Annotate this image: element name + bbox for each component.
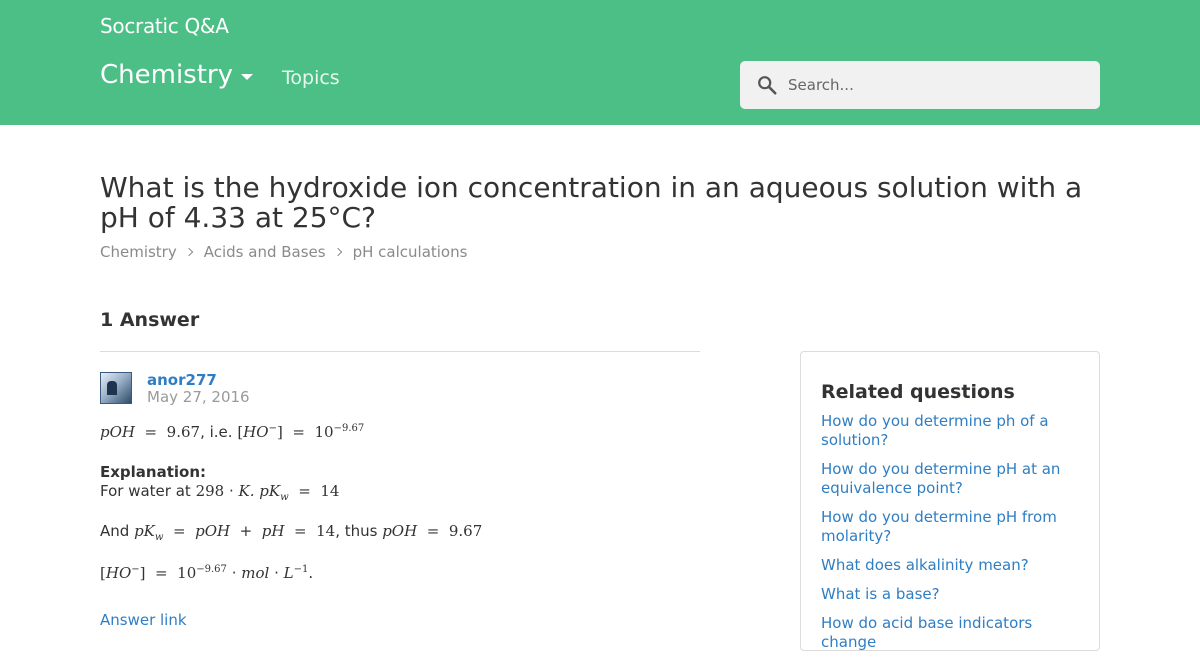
breadcrumb: Chemistry Acids and Bases pH calculation…: [100, 243, 467, 261]
answers-count: 1 Answer: [100, 309, 200, 331]
explanation-result: [HO−] = 10−9.67 · mol · L−1.: [100, 564, 314, 582]
topics-link[interactable]: Topics: [282, 67, 340, 89]
subject-dropdown[interactable]: Chemistry: [100, 60, 253, 90]
question-title: What is the hydroxide ion concentration …: [100, 171, 1083, 234]
related-questions-list: How do you determine ph of a solution? H…: [821, 412, 1091, 662]
divider: [100, 351, 700, 352]
answer-summary: pOH = 9.67, i.e. [HO−] = 10−9.67: [100, 423, 365, 441]
explanation-sum: And pKw = pOH + pH = 14, thus pOH = 9.67: [100, 522, 483, 543]
related-question-link[interactable]: How do you determine ph of a solution?: [821, 412, 1091, 450]
answer-link[interactable]: Answer link: [100, 611, 187, 629]
author-name[interactable]: anor277: [147, 371, 217, 389]
chevron-right-icon: [184, 247, 193, 257]
caret-down-icon: [241, 74, 253, 80]
chevron-right-icon: [333, 247, 342, 257]
explanation-water: For water at 298 · K. pKw = 14: [100, 482, 340, 503]
breadcrumb-acids-bases[interactable]: Acids and Bases: [204, 243, 326, 261]
related-question-link[interactable]: What is a base?: [821, 585, 1091, 604]
related-question-link[interactable]: How do you determine pH at an equivalenc…: [821, 460, 1091, 498]
search-input[interactable]: [788, 76, 1078, 94]
author-avatar[interactable]: [100, 372, 132, 404]
related-question-link[interactable]: What does alkalinity mean?: [821, 556, 1091, 575]
explanation-label: Explanation:: [100, 463, 207, 481]
breadcrumb-chemistry[interactable]: Chemistry: [100, 243, 177, 261]
related-question-link[interactable]: How do you determine pH from molarity?: [821, 508, 1091, 546]
related-question-link[interactable]: How do acid base indicators change: [821, 614, 1091, 652]
brand-logo[interactable]: Socratic Q&A: [100, 14, 229, 38]
answer-date: May 27, 2016: [147, 388, 250, 406]
breadcrumb-ph-calculations[interactable]: pH calculations: [353, 243, 468, 261]
search-icon: [758, 76, 777, 95]
related-questions-panel: Related questions How do you determine p…: [800, 351, 1100, 651]
related-questions-title: Related questions: [821, 381, 1015, 403]
subject-label: Chemistry: [100, 60, 233, 90]
search-box[interactable]: [740, 61, 1100, 109]
top-navbar: Socratic Q&A Chemistry Topics: [0, 0, 1200, 125]
